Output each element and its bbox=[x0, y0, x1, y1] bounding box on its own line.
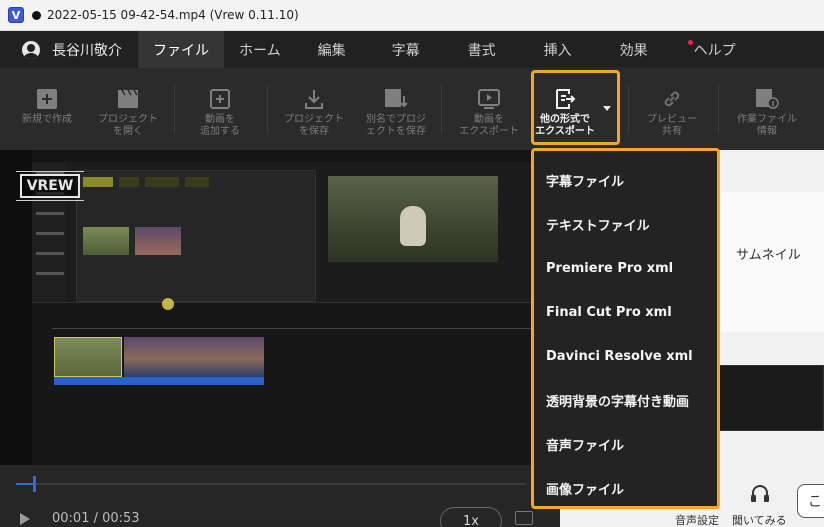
tab-subtitles[interactable]: 字幕 bbox=[368, 31, 444, 68]
tab-help[interactable]: ヘルプ bbox=[672, 31, 758, 68]
tab-help-label: ヘルプ bbox=[693, 42, 736, 59]
menu-item-image-file[interactable]: 画像ファイル bbox=[546, 478, 624, 498]
tab-insert[interactable]: 挿入 bbox=[520, 31, 596, 68]
fullscreen-icon[interactable] bbox=[515, 511, 533, 525]
vrew-app-icon: V bbox=[8, 7, 24, 23]
play-icon[interactable] bbox=[20, 513, 30, 525]
window-title: 2022-05-15 09-42-54.mp4 (Vrew 0.11.10) bbox=[47, 8, 299, 22]
side-button[interactable]: こ bbox=[797, 484, 824, 518]
menu-item-subtitle-file[interactable]: 字幕ファイル bbox=[546, 170, 624, 190]
menu-item-finalcut-xml[interactable]: Final Cut Pro xml bbox=[546, 302, 672, 322]
toolbar-separator bbox=[267, 84, 268, 134]
menu-item-text-file[interactable]: テキストファイル bbox=[546, 214, 650, 234]
add-video-label: 動画を 追加する bbox=[200, 114, 240, 137]
tab-edit[interactable]: 編集 bbox=[296, 31, 368, 68]
tab-effects[interactable]: 効果 bbox=[596, 31, 672, 68]
playback-speed-button[interactable]: 1x bbox=[440, 507, 502, 527]
user-name: 長谷川敬介 bbox=[52, 42, 122, 59]
toolbar-separator bbox=[174, 84, 175, 134]
vrew-watermark-logo: VREW bbox=[16, 171, 84, 201]
audio-settings-label[interactable]: 音声設定 bbox=[675, 512, 719, 527]
toolbar-separator bbox=[718, 84, 719, 134]
link-icon bbox=[661, 88, 683, 110]
new-project-label: 新規で作成 bbox=[22, 114, 72, 125]
save-project-button[interactable]: プロジェクト を保存 bbox=[276, 68, 352, 150]
thumbnail-preview[interactable] bbox=[718, 365, 824, 431]
export-video-button[interactable]: 動画を エクスポート bbox=[450, 68, 528, 150]
open-project-label: プロジェクト を開く bbox=[98, 114, 158, 137]
mouse-cursor-highlight bbox=[162, 298, 174, 310]
listen-label[interactable]: 聞いてみる bbox=[732, 512, 787, 527]
download-icon bbox=[303, 88, 325, 110]
project-info-button[interactable]: 作業ファイル 情報 bbox=[726, 68, 808, 150]
ribbon-toolbar: 新規で作成 プロジェクト を開く 動画を 追加する プロジェクト を保存 別名で… bbox=[0, 68, 824, 150]
tab-format[interactable]: 書式 bbox=[444, 31, 520, 68]
new-project-button[interactable]: 新規で作成 bbox=[10, 68, 84, 150]
add-video-button[interactable]: 動画を 追加する bbox=[182, 68, 258, 150]
preview-share-label: プレビュー 共有 bbox=[647, 114, 697, 137]
add-box-outline-icon bbox=[209, 88, 231, 110]
clapperboard-icon bbox=[117, 88, 139, 110]
playhead-handle[interactable] bbox=[33, 476, 36, 492]
help-notification-dot bbox=[687, 40, 693, 45]
preview-share-button[interactable]: プレビュー 共有 bbox=[634, 68, 710, 150]
menu-item-transparent-subtitle-video[interactable]: 透明背景の字幕付き動画 bbox=[546, 390, 689, 410]
tab-file[interactable]: ファイル bbox=[138, 31, 224, 68]
progress-fill bbox=[16, 483, 34, 485]
menu-item-audio-file[interactable]: 音声ファイル bbox=[546, 434, 624, 454]
headphone-icon[interactable] bbox=[750, 484, 770, 502]
progress-track[interactable] bbox=[16, 483, 526, 485]
user-account[interactable]: 長谷川敬介 bbox=[0, 40, 138, 60]
tab-home[interactable]: ホーム bbox=[224, 31, 296, 68]
open-project-button[interactable]: プロジェクト を開く bbox=[90, 68, 166, 150]
video-preview[interactable]: VREW bbox=[0, 150, 534, 465]
toolbar-separator bbox=[628, 84, 629, 134]
toolbar-separator bbox=[441, 84, 442, 134]
plus-box-icon bbox=[36, 88, 58, 110]
vrew-window: V 2022-05-15 09-42-54.mp4 (Vrew 0.11.10)… bbox=[0, 0, 824, 527]
menu-bar: 長谷川敬介 ファイル ホーム 編集 字幕 書式 挿入 効果 ヘルプ bbox=[0, 31, 824, 68]
project-info-label: 作業ファイル 情報 bbox=[737, 114, 797, 137]
clapperboard-download-icon bbox=[384, 88, 408, 110]
save-as-button[interactable]: 別名でプロジ ェクトを保存 bbox=[358, 68, 434, 150]
video-export-icon bbox=[478, 88, 500, 110]
save-as-label: 別名でプロジ ェクトを保存 bbox=[366, 114, 426, 137]
recorded-screen bbox=[32, 150, 534, 465]
export-format-menu: 字幕ファイル テキストファイル Premiere Pro xml Final C… bbox=[531, 148, 720, 509]
export-video-label: 動画を エクスポート bbox=[459, 114, 519, 137]
clapperboard-info-icon bbox=[755, 88, 779, 110]
playback-time: 00:01 / 00:53 bbox=[52, 511, 140, 526]
export-button-highlight bbox=[531, 70, 620, 145]
title-bar: V 2022-05-15 09-42-54.mp4 (Vrew 0.11.10) bbox=[0, 0, 824, 31]
menu-item-premiere-xml[interactable]: Premiere Pro xml bbox=[546, 258, 673, 278]
thumbnail-label[interactable]: サムネイル bbox=[736, 244, 801, 263]
save-project-label: プロジェクト を保存 bbox=[284, 114, 344, 137]
user-avatar-icon bbox=[22, 40, 40, 59]
unsaved-indicator bbox=[32, 10, 41, 20]
menu-item-davinci-xml[interactable]: Davinci Resolve xml bbox=[546, 346, 693, 366]
